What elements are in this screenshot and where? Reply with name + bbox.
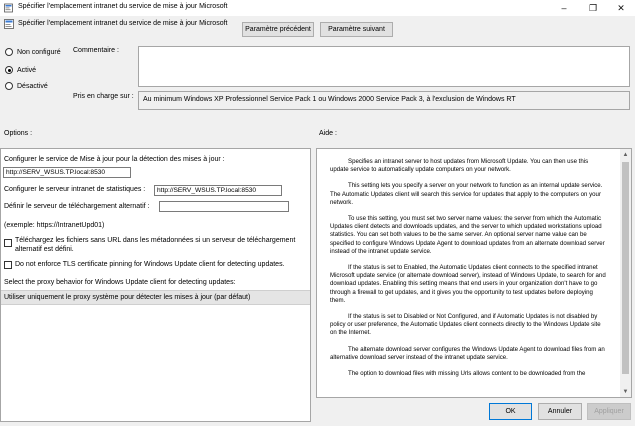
radio-circle-selected[interactable]	[5, 66, 13, 74]
scroll-up-icon[interactable]: ▲	[620, 149, 631, 160]
radio-label: Activé	[17, 66, 37, 74]
help-paragraph: If the status is set to Disabled or Not …	[330, 313, 601, 337]
close-icon: ✕	[617, 2, 625, 13]
example-text: (exemple: https://IntranetUpd01)	[4, 222, 105, 229]
alt-download-label: Définir le serveur de téléchargement alt…	[4, 203, 150, 210]
help-paragraph: If the status is set to Enabled, the Aut…	[330, 264, 606, 304]
help-text: Specifies an intranet server to host upd…	[317, 149, 621, 386]
help-paragraph: To use this setting, you must set two se…	[330, 215, 605, 255]
radio-not-configured[interactable]: Non configuré	[5, 48, 61, 56]
restore-button[interactable]: ❐	[579, 0, 607, 16]
radio-enabled[interactable]: Activé	[5, 66, 36, 74]
options-label: Options :	[4, 130, 33, 137]
help-paragraph: The option to download files with missin…	[348, 370, 586, 378]
help-panel: Specifies an intranet server to host upd…	[316, 148, 632, 398]
next-setting-button[interactable]: Paramètre suivant	[320, 22, 393, 37]
download-files-label-line2: alternatif est défini.	[15, 246, 74, 253]
update-service-label: Configurer le service de Mise à jour pou…	[4, 156, 225, 163]
alt-download-input[interactable]	[159, 201, 289, 212]
update-service-input[interactable]: http://SERV_WSUS.TP.local:8530	[3, 167, 131, 178]
scroll-thumb[interactable]	[622, 162, 629, 374]
radio-circle[interactable]	[5, 48, 13, 56]
cancel-button[interactable]: Annuler	[538, 403, 582, 420]
proxy-behavior-label: Select the proxy behavior for Windows Up…	[4, 279, 236, 286]
restore-icon: ❐	[588, 2, 598, 13]
scroll-down-icon[interactable]: ▼	[620, 386, 631, 397]
minimize-button[interactable]: –	[550, 0, 578, 16]
radio-label: Désactivé	[17, 82, 48, 90]
help-scrollbar[interactable]: ▲ ▼	[620, 149, 631, 397]
close-button[interactable]: ✕	[607, 0, 635, 16]
apply-button[interactable]: Appliquer	[587, 403, 631, 420]
tls-pinning-checkbox[interactable]	[4, 261, 12, 269]
help-paragraph: The alternate download server configures…	[330, 345, 605, 361]
help-paragraph: This setting lets you specify a server o…	[330, 182, 603, 206]
stats-server-label: Configurer le serveur intranet de statis…	[4, 186, 146, 193]
radio-circle[interactable]	[5, 82, 13, 90]
radio-disabled[interactable]: Désactivé	[5, 82, 48, 90]
ok-button[interactable]: OK	[489, 403, 532, 420]
minimize-icon: –	[561, 3, 567, 13]
policy-name: Spécifier l'emplacement intranet du serv…	[18, 20, 228, 27]
proxy-behavior-select[interactable]: Utiliser uniquement le proxy système pou…	[1, 290, 310, 305]
help-label: Aide :	[319, 130, 337, 137]
radio-label: Non configuré	[17, 48, 61, 56]
comment-label: Commentaire :	[73, 47, 119, 54]
window-title: Spécifier l'emplacement intranet du serv…	[18, 3, 228, 10]
tls-pinning-label: Do not enforce TLS certificate pinning f…	[15, 261, 285, 268]
help-paragraph: Specifies an intranet server to host upd…	[330, 158, 589, 174]
comment-textarea[interactable]	[138, 46, 630, 87]
download-files-label: Téléchargez les fichiers sans URL dans l…	[15, 237, 296, 244]
policy-setting-icon	[4, 3, 13, 13]
previous-setting-button[interactable]: Paramètre précédent	[242, 22, 314, 37]
stats-server-input[interactable]: http://SERV_WSUS.TP.local:8530	[154, 185, 282, 196]
policy-header-icon	[4, 19, 14, 29]
download-files-checkbox[interactable]	[4, 239, 12, 247]
supported-on-label: Pris en charge sur :	[73, 93, 134, 100]
supported-on-value: Au minimum Windows XP Professionnel Serv…	[138, 91, 630, 110]
